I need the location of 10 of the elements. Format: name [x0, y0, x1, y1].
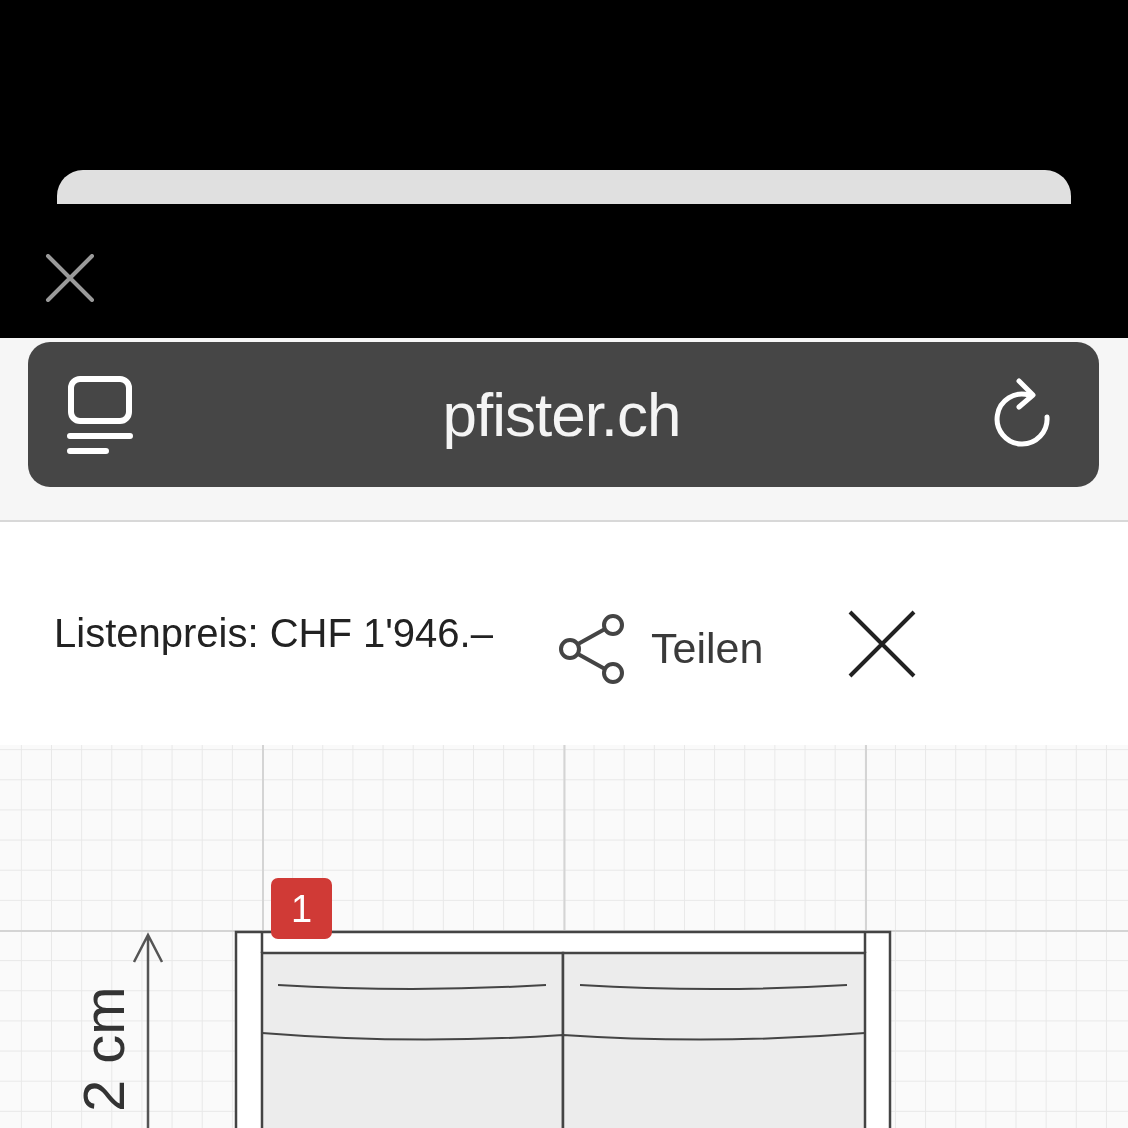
close-icon[interactable]	[45, 254, 95, 302]
tabs-icon[interactable]	[66, 374, 134, 455]
dimension-label: 2 cm	[71, 986, 136, 1112]
share-icon	[556, 612, 627, 685]
url-text: pfister.ch	[442, 379, 681, 450]
item-badge: 1	[271, 878, 332, 939]
close-icon[interactable]	[847, 608, 918, 679]
share-button[interactable]: Teilen	[556, 612, 764, 685]
address-bar[interactable]: pfister.ch	[28, 342, 1099, 487]
list-price: Listenpreis: CHF 1'946.–	[54, 611, 493, 656]
